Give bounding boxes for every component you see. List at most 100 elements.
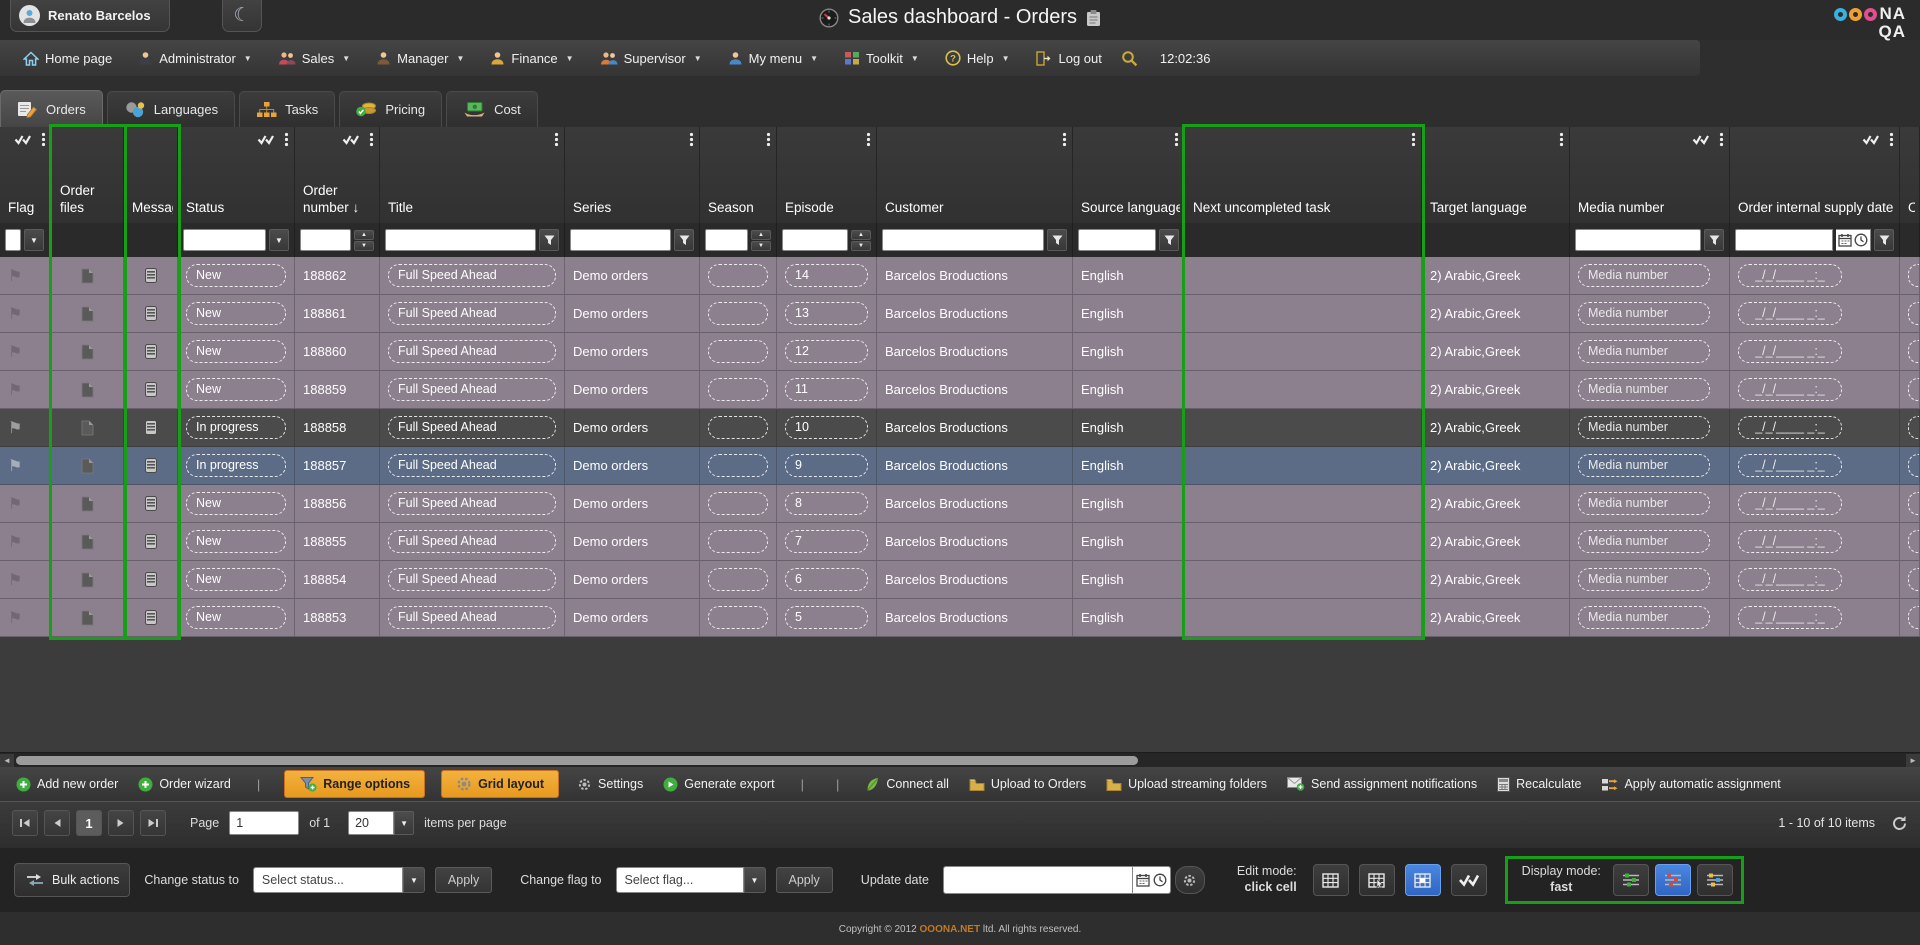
- column-header-overflow[interactable]: Or: [1900, 127, 1920, 223]
- episode-pill[interactable]: 11: [785, 378, 868, 401]
- overflow-pill[interactable]: [1908, 568, 1920, 591]
- page-number-input[interactable]: [229, 811, 299, 835]
- column-header-messages[interactable]: Messages: [124, 127, 178, 223]
- cell-title[interactable]: Full Speed Ahead: [380, 409, 565, 447]
- filter-caret-button[interactable]: ▼: [269, 229, 289, 251]
- status-pill[interactable]: New: [186, 492, 286, 515]
- cell-episode[interactable]: 8: [777, 485, 877, 523]
- messages-icon[interactable]: [145, 610, 157, 625]
- order-row-188855[interactable]: ⚑New188855Full Speed AheadDemo orders7Ba…: [0, 523, 1920, 561]
- double-check-icon[interactable]: [1862, 134, 1880, 145]
- media-number-pill[interactable]: Media number: [1578, 606, 1710, 629]
- cell-season[interactable]: [700, 295, 777, 333]
- filter-date-input[interactable]: [1735, 229, 1833, 251]
- status-pill[interactable]: New: [186, 530, 286, 553]
- cell-season[interactable]: [700, 561, 777, 599]
- overflow-pill[interactable]: [1908, 530, 1920, 553]
- title-pill[interactable]: Full Speed Ahead: [388, 264, 556, 287]
- spin-up-button[interactable]: ▲: [751, 230, 771, 240]
- status-pill[interactable]: In progress: [186, 454, 286, 477]
- order-files-icon[interactable]: [81, 572, 94, 588]
- cell-overflow[interactable]: [1900, 485, 1920, 523]
- flag-icon[interactable]: ⚑: [8, 570, 22, 590]
- flag-icon[interactable]: ⚑: [8, 304, 22, 324]
- first-page-button[interactable]: [12, 810, 38, 836]
- toolbar-range-options[interactable]: Range options: [284, 770, 425, 798]
- cell-overflow[interactable]: [1900, 599, 1920, 637]
- cell-season[interactable]: [700, 371, 777, 409]
- overflow-pill[interactable]: [1908, 264, 1920, 287]
- order-row-188862[interactable]: ⚑New188862Full Speed AheadDemo orders14B…: [0, 257, 1920, 295]
- menu-item-supervisor[interactable]: Supervisor▼: [587, 51, 715, 66]
- calendar-icon[interactable]: [1838, 233, 1852, 247]
- tab-cost[interactable]: Cost: [446, 91, 538, 128]
- overflow-pill[interactable]: [1908, 606, 1920, 629]
- status-pill[interactable]: In progress: [186, 416, 286, 439]
- order-row-188861[interactable]: ⚑New188861Full Speed AheadDemo orders13B…: [0, 295, 1920, 333]
- toolbar-upload-to-orders[interactable]: Upload to Orders: [961, 770, 1094, 798]
- toolbar-upload-streaming-folders[interactable]: Upload streaming folders: [1098, 770, 1275, 798]
- cell-season[interactable]: [700, 409, 777, 447]
- user-chip[interactable]: Renato Barcelos: [10, 0, 170, 32]
- episode-pill[interactable]: 7: [785, 530, 868, 553]
- cell-overflow[interactable]: [1900, 295, 1920, 333]
- season-pill[interactable]: [708, 416, 768, 439]
- tab-pricing[interactable]: Pricing: [339, 91, 442, 128]
- toolbar-generate-export[interactable]: Generate export: [655, 770, 782, 798]
- cell-order_files[interactable]: [52, 333, 124, 371]
- apply-flag-button[interactable]: Apply: [776, 867, 833, 893]
- previous-page-button[interactable]: [44, 810, 70, 836]
- order-files-icon[interactable]: [81, 534, 94, 550]
- cell-flag[interactable]: ⚑: [0, 561, 52, 599]
- cell-status[interactable]: New: [178, 295, 295, 333]
- status-select[interactable]: Select status... ▼: [253, 867, 425, 893]
- cell-episode[interactable]: 5: [777, 599, 877, 637]
- column-header-customer[interactable]: Customer: [877, 127, 1073, 223]
- column-menu-icon[interactable]: [41, 132, 46, 147]
- season-pill[interactable]: [708, 264, 768, 287]
- column-header-order_number[interactable]: Order number ↓: [295, 127, 380, 223]
- cell-messages[interactable]: [124, 599, 178, 637]
- season-pill[interactable]: [708, 568, 768, 591]
- status-pill[interactable]: New: [186, 302, 286, 325]
- column-menu-icon[interactable]: [866, 132, 871, 147]
- status-pill[interactable]: New: [186, 340, 286, 363]
- overflow-pill[interactable]: [1908, 378, 1920, 401]
- cell-flag[interactable]: ⚑: [0, 333, 52, 371]
- cell-messages[interactable]: [124, 295, 178, 333]
- cell-supply_date[interactable]: _/_/____ _:_: [1730, 599, 1900, 637]
- current-page-button[interactable]: 1: [76, 810, 102, 836]
- menu-item-finance[interactable]: Finance▼: [477, 51, 586, 66]
- overflow-pill[interactable]: [1908, 302, 1920, 325]
- flag-icon[interactable]: ⚑: [8, 494, 22, 514]
- season-pill[interactable]: [708, 378, 768, 401]
- cell-status[interactable]: New: [178, 599, 295, 637]
- cell-order_files[interactable]: [52, 295, 124, 333]
- menu-item-manager[interactable]: Manager▼: [363, 51, 477, 66]
- status-pill[interactable]: New: [186, 264, 286, 287]
- cell-messages[interactable]: [124, 447, 178, 485]
- cell-flag[interactable]: ⚑: [0, 295, 52, 333]
- cell-supply_date[interactable]: _/_/____ _:_: [1730, 371, 1900, 409]
- filter-funnel-button[interactable]: [1874, 229, 1894, 251]
- title-pill[interactable]: Full Speed Ahead: [388, 340, 556, 363]
- double-check-icon[interactable]: [1692, 134, 1710, 145]
- display-mode-fast-button[interactable]: [1655, 864, 1691, 896]
- cell-messages[interactable]: [124, 485, 178, 523]
- column-menu-icon[interactable]: [1174, 132, 1179, 147]
- season-pill[interactable]: [708, 606, 768, 629]
- menu-item-toolkit[interactable]: Toolkit▼: [831, 51, 932, 66]
- flag-icon[interactable]: ⚑: [8, 380, 22, 400]
- flag-icon[interactable]: ⚑: [8, 418, 22, 438]
- cell-supply_date[interactable]: _/_/____ _:_: [1730, 485, 1900, 523]
- flag-icon[interactable]: ⚑: [8, 456, 22, 476]
- cell-episode[interactable]: 6: [777, 561, 877, 599]
- filter-number-input[interactable]: [782, 229, 848, 251]
- media-number-pill[interactable]: Media number: [1578, 378, 1710, 401]
- filter-funnel-button[interactable]: [674, 229, 694, 251]
- title-pill[interactable]: Full Speed Ahead: [388, 530, 556, 553]
- order-files-icon[interactable]: [81, 496, 94, 512]
- filter-funnel-button[interactable]: [1704, 229, 1724, 251]
- supply-date-pill[interactable]: _/_/____ _:_: [1738, 302, 1842, 325]
- column-header-season[interactable]: Season: [700, 127, 777, 223]
